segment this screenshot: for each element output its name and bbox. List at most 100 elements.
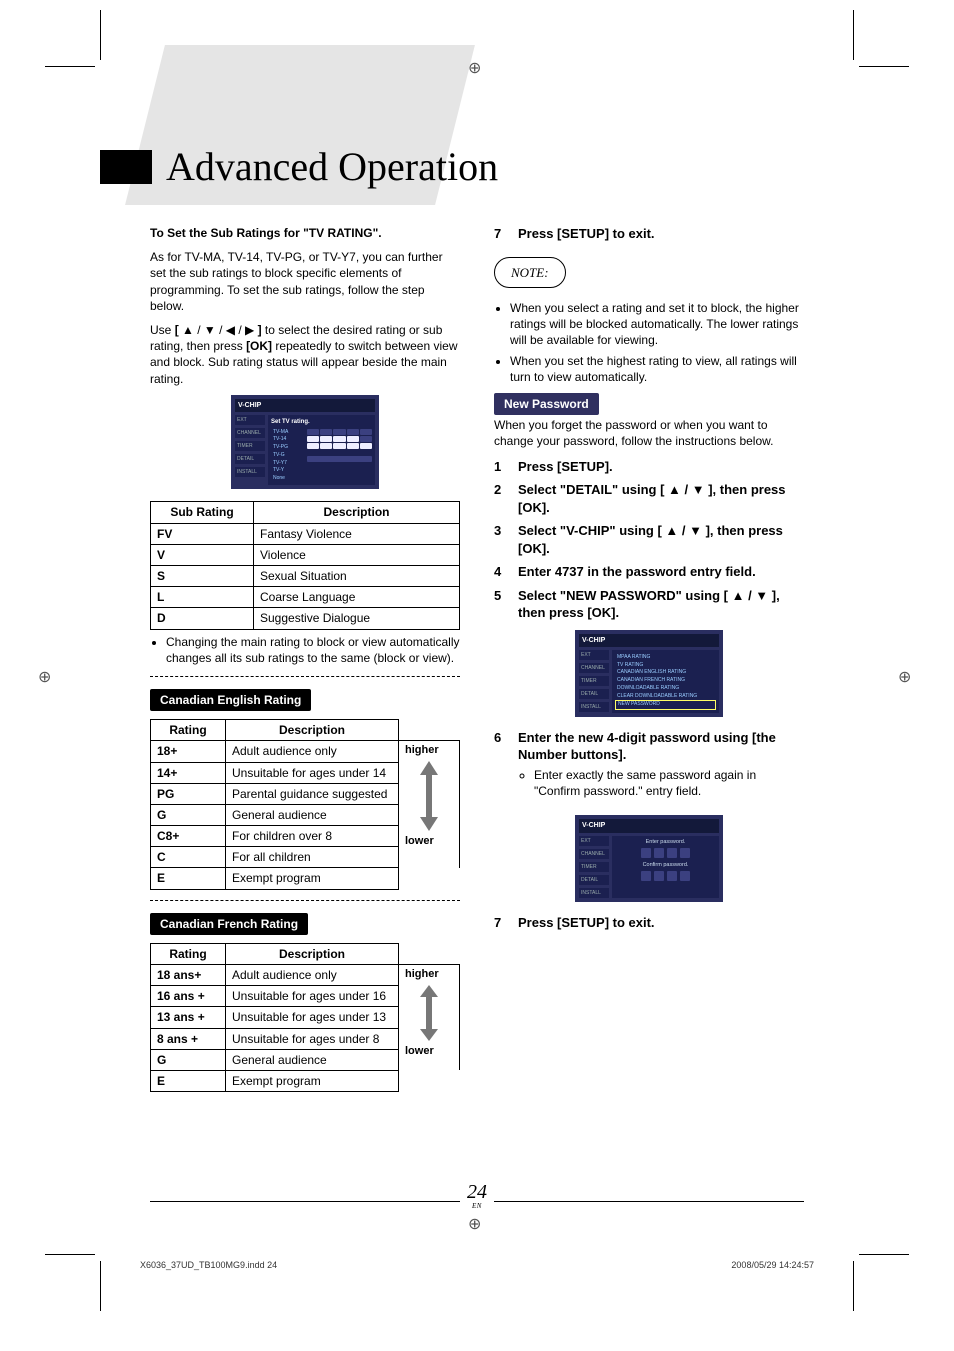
- table-header: Description: [226, 943, 399, 964]
- menu-side: TIMER: [579, 676, 609, 686]
- note-bullet-list: Changing the main rating to block or vie…: [150, 634, 460, 666]
- print-timestamp: 2008/05/29 14:24:57: [731, 1259, 814, 1271]
- list-item: Changing the main rating to block or vie…: [166, 634, 460, 666]
- divider: [150, 900, 460, 901]
- registration-icon: ⊕: [38, 667, 56, 685]
- crop-mark: [45, 1254, 95, 1255]
- chapter-bar-icon: [100, 150, 152, 184]
- canadian-french-table: Rating Description 18 ans+Adult audience…: [150, 943, 460, 1092]
- up-down-arrow-icon: [418, 985, 440, 1041]
- note-list: When you select a rating and set it to b…: [494, 300, 804, 385]
- menu-header: V-CHIP: [579, 819, 719, 832]
- menu-side: CHANNEL: [579, 849, 609, 859]
- menu-side: CHANNEL: [579, 663, 609, 673]
- menu-side: EXT: [235, 415, 265, 425]
- menu-side: TIMER: [579, 862, 609, 872]
- step-2: 2Select "DETAIL" using [ ▲ / ▼ ], then p…: [494, 481, 804, 516]
- crop-mark: [853, 1261, 854, 1311]
- crop-mark: [853, 10, 854, 60]
- menu-side: DETAIL: [579, 689, 609, 699]
- menu-item: TV-14: [271, 436, 305, 444]
- menu-title: Set TV rating.: [271, 418, 372, 426]
- vchip-menu-list: V-CHIP EXT CHANNEL TIMER DETAIL INSTALL …: [575, 630, 723, 717]
- menu-side: EXT: [579, 836, 609, 846]
- step-4: 4Enter 4737 in the password entry field.: [494, 563, 804, 581]
- crop-mark: [100, 10, 101, 60]
- right-column: 7Press [SETUP] to exit. NOTE: When you s…: [494, 225, 804, 1216]
- menu-side: TIMER: [235, 441, 265, 451]
- registration-icon: ⊕: [898, 667, 916, 685]
- crop-mark: [859, 66, 909, 67]
- menu-side: INSTALL: [235, 467, 265, 477]
- new-password-paragraph: When you forget the password or when you…: [494, 417, 804, 449]
- use-instructions: Use [ ▲ / ▼ / ◀ / ▶ ] to select the desi…: [150, 322, 460, 387]
- menu-item: DOWNLOADABLE RATING: [615, 684, 716, 692]
- menu-side: DETAIL: [235, 454, 265, 464]
- table-header: Sub Rating: [151, 502, 254, 523]
- table-row: EExempt program: [151, 1070, 460, 1091]
- menu-item: CANADIAN ENGLISH RATING: [615, 669, 716, 677]
- menu-item-selected: NEW PASSWORD: [615, 700, 716, 710]
- vchip-menu-tv-rating: V-CHIP EXT CHANNEL TIMER DETAIL INSTALL …: [231, 395, 379, 490]
- table-row: SSexual Situation: [151, 566, 460, 587]
- table-header: Description: [254, 502, 460, 523]
- higher-label: higher: [405, 743, 453, 758]
- menu-side: DETAIL: [579, 875, 609, 885]
- left-column: To Set the Sub Ratings for "TV RATING". …: [150, 225, 460, 1216]
- menu-header: V-CHIP: [579, 634, 719, 647]
- table-row: 18 ans+Adult audience only higher lower: [151, 965, 460, 986]
- menu-item: TV RATING: [615, 661, 716, 669]
- canadian-french-heading: Canadian French Rating: [150, 913, 308, 935]
- menu-item: CANADIAN FRENCH RATING: [615, 677, 716, 685]
- table-row: LCoarse Language: [151, 587, 460, 608]
- footer-rule: [150, 1201, 460, 1202]
- crop-mark: [859, 1254, 909, 1255]
- up-down-arrow-icon: [418, 761, 440, 831]
- menu-item: TV-Y: [271, 467, 305, 475]
- menu-side: CHANNEL: [235, 428, 265, 438]
- print-strip: X6036_37UD_TB100MG9.indd 24 2008/05/29 1…: [140, 1259, 814, 1271]
- table-row: VViolence: [151, 544, 460, 565]
- menu-item: None: [271, 475, 305, 483]
- note-label: NOTE:: [494, 257, 566, 289]
- menu-item: TV-G: [271, 451, 305, 459]
- print-file: X6036_37UD_TB100MG9.indd 24: [140, 1259, 277, 1271]
- chapter-title: Advanced Operation: [166, 140, 498, 194]
- canadian-english-table: Rating Description 18+Adult audience onl…: [150, 719, 460, 890]
- lower-label: lower: [405, 1044, 453, 1059]
- step-7: 7Press [SETUP] to exit.: [494, 225, 804, 243]
- menu-item: CLEAR DOWNLOADABLE RATING: [615, 692, 716, 700]
- vchip-menu-password: V-CHIP EXT CHANNEL TIMER DETAIL INSTALL …: [575, 815, 723, 901]
- new-password-heading: New Password: [494, 393, 599, 415]
- menu-item: TV-MA: [271, 428, 305, 436]
- page-number: 24: [467, 1182, 487, 1202]
- menu-header: V-CHIP: [235, 399, 375, 412]
- page: ⊕ ⊕ ⊕ ⊕ Advanced Operation To Set the Su…: [0, 0, 954, 1351]
- list-item: Enter exactly the same password again in…: [534, 767, 804, 799]
- page-footer: 24 EN: [467, 1182, 487, 1211]
- chapter-header: Advanced Operation: [100, 140, 498, 194]
- menu-side: EXT: [579, 650, 609, 660]
- sub-rating-paragraph: As for TV-MA, TV-14, TV-PG, or TV-Y7, yo…: [150, 249, 460, 314]
- crop-mark: [45, 66, 95, 67]
- sub-rating-table: Sub Rating Description FVFantasy Violenc…: [150, 501, 460, 629]
- list-item: When you set the highest rating to view,…: [510, 353, 804, 385]
- lower-label: lower: [405, 834, 453, 849]
- step-1: 1Press [SETUP].: [494, 458, 804, 476]
- divider: [150, 676, 460, 677]
- menu-side: INSTALL: [579, 702, 609, 712]
- page-lang: EN: [467, 1202, 487, 1211]
- table-row: DSuggestive Dialogue: [151, 608, 460, 629]
- step-5: 5Select "NEW PASSWORD" using [ ▲ / ▼ ], …: [494, 587, 804, 622]
- step-7: 7Press [SETUP] to exit.: [494, 914, 804, 932]
- menu-item: MPAA RATING: [615, 653, 716, 661]
- table-row: 18+Adult audience only higher lower: [151, 741, 460, 762]
- higher-label: higher: [405, 967, 453, 982]
- step-3: 3Select "V-CHIP" using [ ▲ / ▼ ], then p…: [494, 522, 804, 557]
- footer-rule: [494, 1201, 804, 1202]
- table-header: Description: [226, 720, 399, 741]
- canadian-english-heading: Canadian English Rating: [150, 689, 311, 711]
- menu-side: INSTALL: [579, 888, 609, 898]
- table-header: Rating: [151, 943, 226, 964]
- menu-item: TV-PG: [271, 444, 305, 452]
